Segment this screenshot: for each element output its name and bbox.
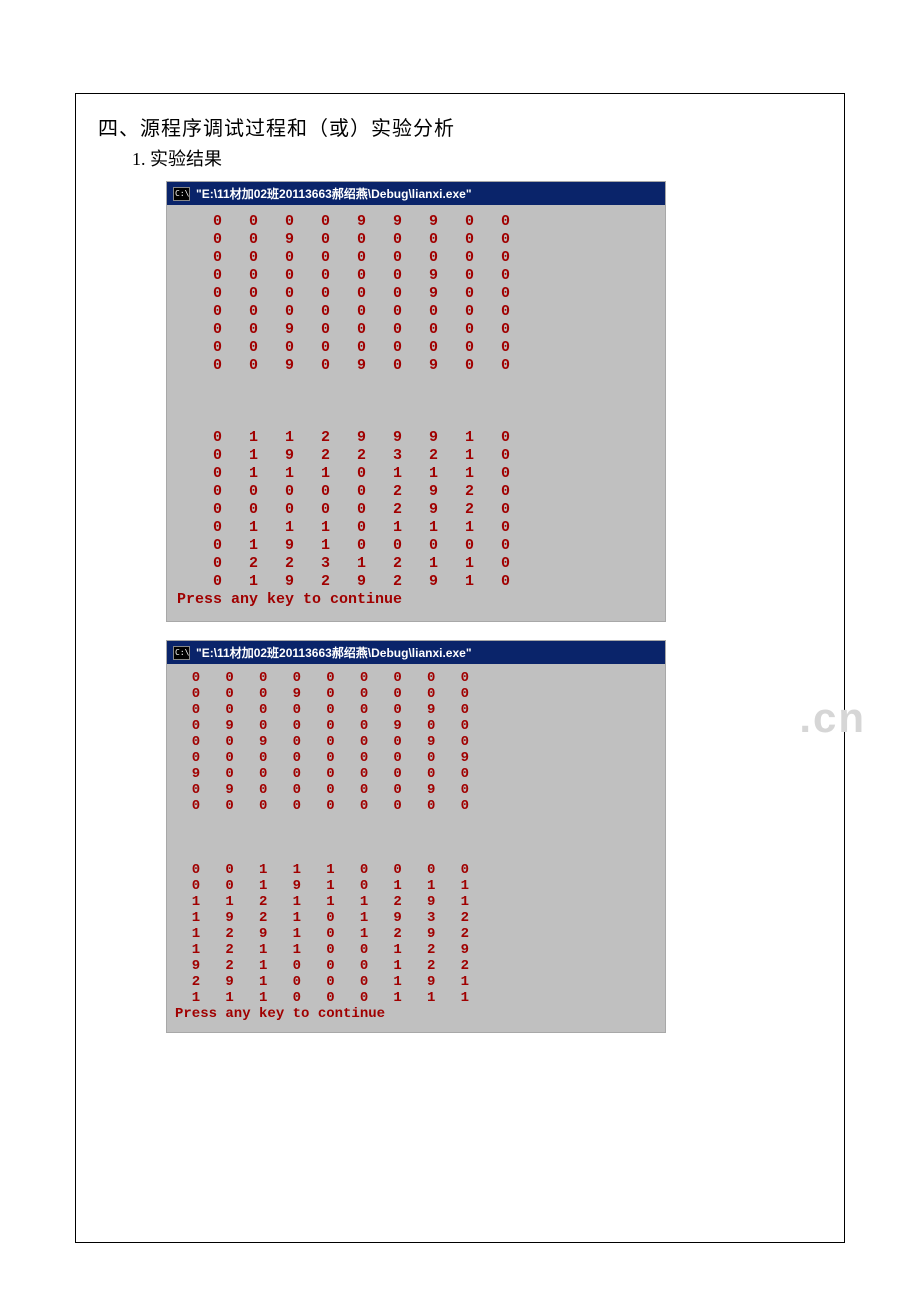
content-frame: 四、源程序调试过程和（或）实验分析 1. 实验结果 C:\ "E:\11材加02… [75, 93, 845, 1243]
console2-titlebar: C:\ "E:\11材加02班20113663郝绍燕\Debug\lianxi.… [167, 641, 665, 664]
cmd-icon: C:\ [173, 187, 190, 201]
console1-footer: Press any key to continue [177, 591, 402, 608]
console1-block-b: 0 1 1 2 9 9 9 1 0 0 1 9 2 2 3 2 1 0 0 1 … [177, 429, 510, 590]
section-heading: 四、源程序调试过程和（或）实验分析 [98, 112, 822, 141]
console1-titlebar: C:\ "E:\11材加02班20113663郝绍燕\Debug\lianxi.… [167, 182, 665, 205]
console1-block-a: 0 0 0 0 9 9 9 0 0 0 0 9 0 0 0 0 0 0 0 0 … [177, 213, 510, 374]
console2-block-b: 0 0 1 1 1 0 0 0 0 0 0 1 9 1 0 1 1 1 1 1 … [175, 862, 469, 1006]
console2-block-a: 0 0 0 0 0 0 0 0 0 0 0 0 9 0 0 0 0 0 0 0 … [175, 670, 469, 814]
section-subheading: 1. 实验结果 [132, 145, 822, 171]
console2-title: "E:\11材加02班20113663郝绍燕\Debug\lianxi.exe" [196, 644, 472, 661]
console2-output: 0 0 0 0 0 0 0 0 0 0 0 0 9 0 0 0 0 0 0 0 … [167, 664, 665, 1032]
console1-title: "E:\11材加02班20113663郝绍燕\Debug\lianxi.exe" [196, 185, 472, 202]
page: 四、源程序调试过程和（或）实验分析 1. 实验结果 C:\ "E:\11材加02… [0, 0, 920, 1300]
cmd-icon: C:\ [173, 646, 190, 660]
console-window-1: C:\ "E:\11材加02班20113663郝绍燕\Debug\lianxi.… [166, 181, 666, 622]
console1-output: 0 0 0 0 9 9 9 0 0 0 0 9 0 0 0 0 0 0 0 0 … [167, 205, 665, 621]
watermark-text: .cn [799, 694, 866, 742]
console-window-2: C:\ "E:\11材加02班20113663郝绍燕\Debug\lianxi.… [166, 640, 666, 1033]
console2-footer: Press any key to continue [175, 1006, 385, 1022]
